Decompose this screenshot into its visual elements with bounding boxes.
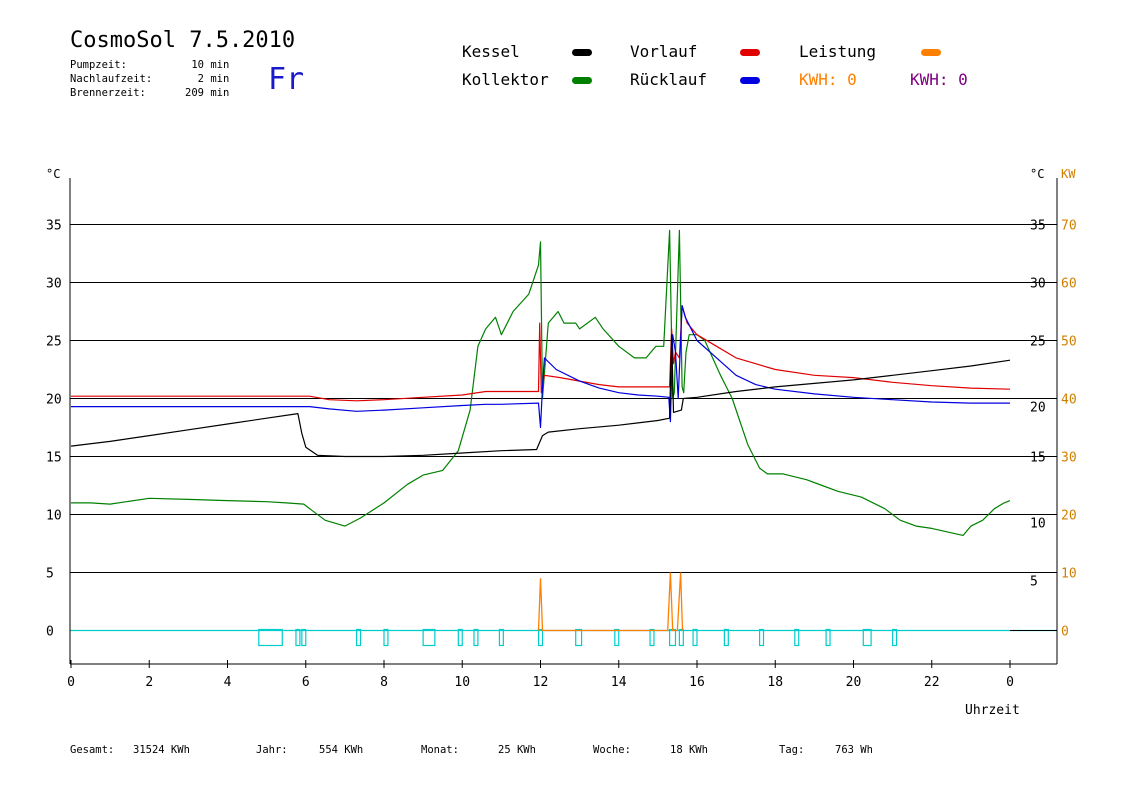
pump-interval-1 xyxy=(295,628,301,647)
pump-interval-11 xyxy=(614,628,620,647)
y-tick-left-20: 20 xyxy=(46,393,62,408)
series-vorlauf xyxy=(71,305,1011,402)
x-tick-7: 14 xyxy=(611,675,627,690)
pump-interval-15 xyxy=(692,628,698,647)
x-tick-3: 6 xyxy=(302,675,310,690)
y-tick-right-25: 25 xyxy=(1030,335,1046,350)
footer-jahr-value: 554 KWh xyxy=(319,744,364,756)
y-tick-right-5: 5 xyxy=(1030,575,1038,590)
y-tick-kw-0: 0 xyxy=(1061,625,1069,640)
y-tick-kw-40: 40 xyxy=(1061,393,1077,408)
y-tick-kw-70: 70 xyxy=(1061,219,1077,234)
x-tick-11: 22 xyxy=(924,675,940,690)
footer-gesamt-value: 31524 KWh xyxy=(133,744,190,756)
x-tick-1: 2 xyxy=(145,675,153,690)
y-tick-right-10: 10 xyxy=(1030,517,1046,532)
x-tick-8: 16 xyxy=(689,675,705,690)
pump-interval-6 xyxy=(457,628,463,647)
y-tick-right-30: 30 xyxy=(1030,277,1046,292)
pump-interval-16 xyxy=(723,628,729,647)
y-tick-right-20: 20 xyxy=(1030,401,1046,416)
y-axis-unit-right: °C xyxy=(1030,167,1044,181)
pump-interval-14 xyxy=(678,628,684,647)
footer-tag-value: 763 Wh xyxy=(835,744,873,756)
y-tick-left-0: 0 xyxy=(46,625,54,640)
power-panel xyxy=(258,572,898,647)
pump-interval-21 xyxy=(892,628,898,647)
pump-interval-13 xyxy=(669,628,677,647)
footer-monat-label: Monat: xyxy=(421,744,459,756)
y-tick-left-10: 10 xyxy=(46,509,62,524)
x-axis-label: Uhrzeit xyxy=(965,703,1020,718)
chart-grid xyxy=(70,224,1057,632)
pump-interval-10 xyxy=(575,628,583,647)
pump-interval-20 xyxy=(862,628,872,647)
pump-interval-9 xyxy=(537,628,544,647)
footer-woche-value: 18 KWh xyxy=(670,744,708,756)
x-tick-4: 8 xyxy=(380,675,388,690)
footer-jahr-label: Jahr: xyxy=(256,744,288,756)
temperature-chart: 0510152025303551015202530350102030405060… xyxy=(46,167,1077,718)
pump-interval-0 xyxy=(258,628,283,647)
x-tick-2: 4 xyxy=(224,675,232,690)
y-tick-right-15: 15 xyxy=(1030,451,1046,466)
pump-interval-5 xyxy=(422,628,436,647)
series-lines xyxy=(70,229,1011,536)
y-axis-unit-left: °C xyxy=(46,167,60,181)
pump-interval-19 xyxy=(825,628,831,647)
y-axis-unit-kw: KW xyxy=(1061,167,1076,181)
y-tick-kw-50: 50 xyxy=(1061,335,1077,350)
x-tick-6: 12 xyxy=(533,675,549,690)
x-tick-10: 20 xyxy=(846,675,862,690)
chart-axes: 0510152025303551015202530350102030405060… xyxy=(46,178,1077,690)
y-tick-left-5: 5 xyxy=(46,567,54,582)
x-tick-5: 10 xyxy=(454,675,470,690)
pump-interval-18 xyxy=(794,628,800,647)
pump-interval-12 xyxy=(649,628,655,647)
y-tick-left-30: 30 xyxy=(46,277,62,292)
pump-interval-17 xyxy=(758,628,765,647)
y-tick-right-35: 35 xyxy=(1030,219,1046,234)
y-tick-left-35: 35 xyxy=(46,219,62,234)
footer-woche-label: Woche: xyxy=(593,744,631,756)
y-tick-kw-10: 10 xyxy=(1061,567,1077,582)
pump-interval-7 xyxy=(473,628,479,647)
y-tick-left-25: 25 xyxy=(46,335,62,350)
x-tick-12: 0 xyxy=(1006,675,1014,690)
x-tick-9: 18 xyxy=(767,675,783,690)
y-tick-kw-60: 60 xyxy=(1061,277,1077,292)
pump-interval-2 xyxy=(301,628,307,647)
footer-gesamt-label: Gesamt: xyxy=(70,744,115,756)
x-tick-0: 0 xyxy=(67,675,75,690)
y-tick-left-15: 15 xyxy=(46,451,62,466)
y-tick-kw-30: 30 xyxy=(1061,451,1077,466)
series-leistung xyxy=(537,572,684,632)
footer-monat-value: 25 KWh xyxy=(498,744,536,756)
pump-interval-8 xyxy=(498,628,504,647)
y-tick-kw-20: 20 xyxy=(1061,509,1077,524)
pump-interval-3 xyxy=(356,628,362,647)
footer-tag-label: Tag: xyxy=(779,744,805,756)
pump-interval-4 xyxy=(383,628,389,647)
